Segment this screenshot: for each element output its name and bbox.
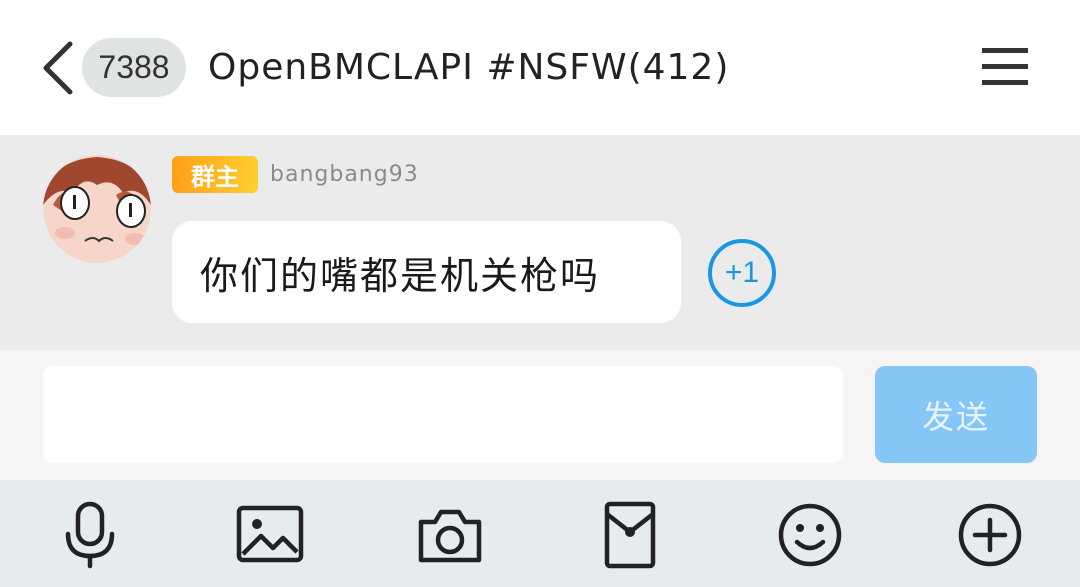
microphone-icon[interactable] — [55, 500, 125, 570]
send-button[interactable]: 发送 — [875, 366, 1037, 463]
composer: 发送 — [0, 350, 1080, 480]
bottom-toolbar — [0, 480, 1080, 587]
owner-badge: 群主 — [172, 156, 258, 193]
message-input[interactable] — [43, 366, 843, 463]
avatar[interactable] — [43, 155, 151, 263]
message-list: 群主 bangbang93 你们的嘴都是机关枪吗 +1 — [0, 135, 1080, 350]
plus-one-button[interactable]: +1 — [708, 239, 776, 307]
camera-icon[interactable] — [415, 500, 485, 570]
unread-count-badge[interactable]: 7388 — [82, 38, 186, 97]
back-arrow-icon[interactable] — [38, 40, 78, 96]
chat-title: OpenBMCLAPI #NSFW(412) — [208, 47, 730, 88]
plus-icon[interactable] — [955, 500, 1025, 570]
sender-name[interactable]: bangbang93 — [270, 159, 419, 191]
red-packet-icon[interactable] — [595, 500, 665, 570]
menu-icon[interactable] — [982, 46, 1028, 88]
image-icon[interactable] — [235, 500, 305, 570]
message-bubble[interactable]: 你们的嘴都是机关枪吗 — [172, 221, 681, 323]
message-text: 你们的嘴都是机关枪吗 — [200, 253, 601, 298]
chat-header: 7388 OpenBMCLAPI #NSFW(412) — [0, 0, 1080, 135]
emoji-icon[interactable] — [775, 500, 845, 570]
